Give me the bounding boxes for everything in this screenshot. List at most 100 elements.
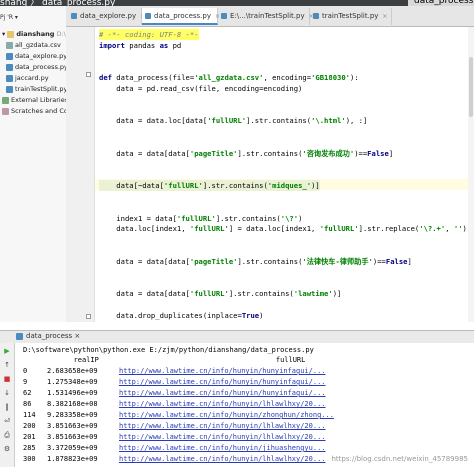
- console-table-header: realIP fullURL: [23, 356, 306, 364]
- python-file-icon: [6, 74, 13, 82]
- row-url-link[interactable]: http://www.lawtime.cn/info/hunyin/lhlawl…: [119, 433, 326, 441]
- scroll-down-icon[interactable]: ↓: [3, 389, 11, 397]
- code-line: data = data.loc[data['fullURL'].str.cont…: [99, 116, 368, 126]
- console-row: 86 8.382168e+08 http://www.lawtime.cn/info…: [23, 399, 326, 410]
- pause-icon[interactable]: ‖: [3, 403, 11, 411]
- row-url-link[interactable]: http://www.lawtime.cn/info/hunyin/jihuas…: [119, 444, 326, 452]
- python-file-icon: [16, 332, 23, 340]
- fold-icon[interactable]: [86, 314, 91, 319]
- close-icon[interactable]: ×: [382, 13, 387, 20]
- tree-item-jaccard[interactable]: jaccard.py: [6, 74, 49, 82]
- console-row: 201 3.851663e+09 http://www.lawtime.cn/inf…: [23, 432, 326, 443]
- console-row: 62 1.531496e+09 http://www.lawtime.cn/info…: [23, 388, 326, 399]
- row-url-link[interactable]: http://www.lawtime.cn/info/hunyin/zhongh…: [119, 411, 334, 419]
- editor-gutter: [66, 27, 95, 322]
- code-line: data = data[data['pageTitle'].str.contai…: [99, 148, 394, 158]
- code-line: data = data[data['fullURL'].str.contains…: [99, 289, 342, 299]
- tree-item-label: all_gzdata.csv: [15, 41, 61, 49]
- tree-item-label: Scratches and Con: [11, 107, 67, 115]
- tree-item-traintestsplit[interactable]: trainTestSplit.py: [6, 85, 67, 93]
- project-sidebar: Pj 'R ▾ ▾ dianshang D:\pyc all_gzdata.cs…: [0, 6, 67, 322]
- tab-label: E:\...\trainTestSplit.py: [230, 12, 305, 20]
- editor-scrollbar[interactable]: [468, 27, 474, 322]
- code-line: data = data[data['pageTitle'].str.contai…: [99, 256, 412, 266]
- row-url-link[interactable]: http://www.lawtime.cn/info/hunyin/hunyin…: [119, 389, 326, 397]
- tree-item-label: dianshang: [16, 30, 55, 38]
- tree-item-data-explore[interactable]: data_explore.py: [6, 52, 67, 60]
- scratch-icon: [2, 107, 9, 115]
- tab-label: trainTestSplit.py: [322, 12, 379, 20]
- stop-icon[interactable]: ■: [3, 375, 11, 383]
- code-line: data.drop_duplicates(inplace=True): [99, 310, 264, 320]
- folder-icon: [7, 30, 15, 38]
- row-index: 201: [23, 433, 36, 441]
- row-realip: 2.683658e+09: [47, 367, 98, 375]
- editor-tab-bar: data_explore.py× data_process.py× E:\...…: [66, 6, 474, 27]
- csv-file-icon: [6, 41, 13, 49]
- python-file-icon: [6, 63, 13, 71]
- row-realip: 1.878823e+09: [47, 455, 98, 463]
- soft-wrap-icon[interactable]: ⏎: [3, 417, 11, 425]
- console-row: 0 2.683658e+09 http://www.lawtime.cn/info/…: [23, 366, 326, 377]
- row-realip: 9.283358e+09: [47, 411, 98, 419]
- code-line: index1 = data['fullURL'].str.contains('\…: [99, 213, 303, 223]
- row-index: 9: [23, 378, 28, 386]
- row-index: 200: [23, 422, 36, 430]
- tree-item-label: External Libraries: [11, 96, 67, 104]
- scrollbar-thumb[interactable]: [469, 57, 473, 117]
- row-url-link[interactable]: http://www.lawtime.cn/info/hunyin/hunyin…: [119, 367, 326, 375]
- row-realip: 3.851663e+09: [47, 433, 98, 441]
- python-file-icon: [145, 13, 151, 19]
- library-icon: [2, 96, 9, 104]
- settings-icon[interactable]: ⚙: [3, 445, 11, 453]
- run-tool-header: data_process ×: [0, 330, 474, 344]
- tree-item-label: data_process.py: [15, 63, 67, 71]
- row-index: 300: [23, 455, 36, 463]
- tab-data-process[interactable]: data_process.py ×: [142, 8, 220, 25]
- tree-item-data-process[interactable]: data_process.py: [6, 63, 67, 71]
- tab-data-explore[interactable]: data_explore.py×: [68, 8, 145, 25]
- code-line: data = pd.read_csv(file, encoding=encodi…: [99, 84, 303, 93]
- run-tab[interactable]: data_process ×: [16, 332, 80, 340]
- row-index: 285: [23, 444, 36, 452]
- run-console[interactable]: D:\software\python\python.exe E:/zjm/pyt…: [15, 343, 474, 467]
- tree-item-dianshang[interactable]: ▾ dianshang D:\pyc: [2, 30, 66, 38]
- tree-item-all-gzdata-csv[interactable]: all_gzdata.csv: [6, 41, 61, 49]
- code-line: data[~data['fullURL'].str.contains('midq…: [99, 180, 320, 192]
- row-realip: 1.275348e+09: [47, 378, 98, 386]
- tree-item-scratches[interactable]: Scratches and Con: [2, 107, 67, 115]
- row-index: 62: [23, 389, 32, 397]
- tab-traintestsplit[interactable]: trainTestSplit.py ×: [310, 8, 392, 25]
- python-file-icon: [313, 13, 319, 19]
- tab-label: data_process.py: [154, 12, 211, 20]
- print-icon[interactable]: ⎙: [3, 431, 11, 439]
- close-icon[interactable]: ×: [74, 332, 80, 340]
- tree-item-label: trainTestSplit.py: [15, 85, 67, 93]
- row-url-link[interactable]: http://www.lawtime.cn/info/hunyin/lhlawl…: [119, 400, 326, 408]
- python-file-icon: [71, 13, 77, 19]
- fold-icon[interactable]: [86, 72, 91, 77]
- rerun-icon[interactable]: ▶: [3, 347, 11, 355]
- console-row: 200 3.851663e+09 http://www.lawtime.cn/inf…: [23, 421, 326, 432]
- scroll-up-icon[interactable]: ↑: [3, 361, 11, 369]
- row-url-link[interactable]: http://www.lawtime.cn/info/hunyin/lhlawl…: [119, 422, 326, 430]
- row-index: 0: [23, 367, 28, 375]
- code-line: # -*- coding: UTF-8 -*-: [99, 29, 199, 40]
- row-index: 114: [23, 411, 36, 419]
- console-row: 300 1.878823e+09 http://www.lawtime.cn/inf…: [23, 454, 326, 465]
- console-row: 9 1.275348e+09 http://www.lawtime.cn/info/…: [23, 377, 326, 388]
- expand-arrow-icon[interactable]: ▾: [2, 30, 5, 38]
- tree-item-label: data_explore.py: [15, 52, 67, 60]
- row-realip: 8.382168e+08: [47, 400, 98, 408]
- row-realip: 3.851663e+09: [47, 422, 98, 430]
- code-line: data.loc[index1, 'fullURL'] = data.loc[i…: [99, 224, 467, 234]
- project-tool-tab[interactable]: Pj 'R ▾: [0, 14, 66, 26]
- python-file-icon: [6, 52, 13, 60]
- tab-e-traintestsplit[interactable]: E:\...\trainTestSplit.py ×: [218, 8, 314, 25]
- code-editor[interactable]: # -*- coding: UTF-8 -*- import pandas as …: [95, 27, 474, 322]
- run-toolbar: ▶ ↑ ■ ↓ ‖ ⏎ ⎙ ⚙: [0, 343, 15, 467]
- row-url-link[interactable]: http://www.lawtime.cn/info/hunyin/hunyin…: [119, 378, 326, 386]
- tree-item-external-libraries[interactable]: External Libraries: [2, 96, 67, 104]
- row-url-link[interactable]: http://www.lawtime.cn/info/hunyin/lhlawl…: [119, 455, 326, 463]
- tab-label: data_explore.py: [80, 12, 137, 20]
